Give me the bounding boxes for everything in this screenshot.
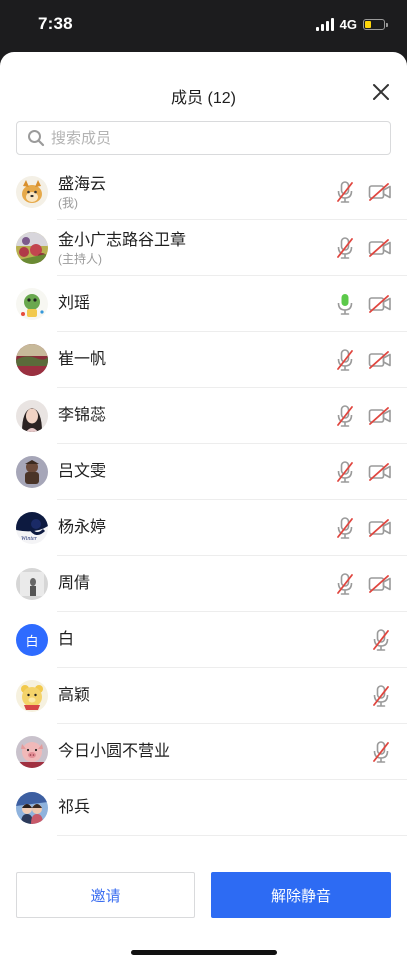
member-name: 盛海云 <box>58 175 107 193</box>
mic-muted-icon[interactable] <box>371 740 391 764</box>
member-row[interactable]: 周倩 <box>0 556 407 612</box>
avatar <box>16 680 48 712</box>
member-name-wrap: 李锦蕊 <box>58 388 106 444</box>
member-list: 盛海云 (我) 金小广志路谷卫章 (主持人) 刘瑶崔一帆李锦蕊吕文雯 Winter 杨永婷周… <box>0 164 407 836</box>
member-name: 吕文雯 <box>58 463 107 480</box>
member-name-wrap: 盛海云 (我) <box>58 164 106 220</box>
mic-muted-icon[interactable] <box>335 516 355 540</box>
camera-off-icon[interactable] <box>368 350 392 370</box>
invite-button[interactable]: 邀请 <box>16 872 195 918</box>
svg-text:Winter: Winter <box>21 536 38 542</box>
mic-muted-icon[interactable] <box>335 404 355 428</box>
avatar <box>16 736 48 768</box>
close-button[interactable] <box>369 80 393 104</box>
mic-on-icon[interactable] <box>335 292 355 316</box>
home-indicator <box>131 950 277 955</box>
member-name: 白 <box>58 631 75 648</box>
signal-icon <box>315 17 334 31</box>
member-row[interactable]: 盛海云 (我) <box>0 164 407 220</box>
member-row[interactable]: 吕文雯 <box>0 444 407 500</box>
member-role: (我) <box>58 195 78 210</box>
camera-off-icon[interactable] <box>368 238 392 258</box>
camera-off-icon[interactable] <box>368 406 392 426</box>
status-time: 7:38 <box>38 14 73 33</box>
member-name-wrap: 金小广志路谷卫章 (主持人) <box>58 220 186 276</box>
row-divider <box>57 835 407 836</box>
avatar <box>16 456 48 488</box>
avatar <box>16 288 48 320</box>
close-icon <box>373 84 389 100</box>
member-name: 祁兵 <box>58 799 91 816</box>
member-name-wrap: 祁兵 <box>58 780 90 836</box>
battery-icon <box>363 18 388 30</box>
member-row[interactable]: 金小广志路谷卫章 (主持人) <box>0 220 407 276</box>
avatar <box>16 792 48 824</box>
avatar <box>16 400 48 432</box>
mic-muted-icon[interactable] <box>371 628 391 652</box>
member-row[interactable]: Winter 杨永婷 <box>0 500 407 556</box>
camera-off-icon[interactable] <box>368 518 392 538</box>
mic-muted-icon[interactable] <box>335 180 355 204</box>
member-name-wrap: 白 <box>58 612 74 668</box>
camera-off-icon[interactable] <box>368 574 392 594</box>
member-name-wrap: 刘瑶 <box>58 276 90 332</box>
mic-muted-icon[interactable] <box>335 460 355 484</box>
member-name: 今日小圆不营业 <box>58 743 171 760</box>
avatar <box>16 232 48 264</box>
search-input[interactable] <box>49 128 373 148</box>
avatar: 白 <box>16 624 48 656</box>
mic-muted-icon[interactable] <box>371 684 391 708</box>
avatar <box>16 176 48 208</box>
status-indicators: 4G <box>315 16 388 32</box>
member-row[interactable]: 李锦蕊 <box>0 388 407 444</box>
search-icon <box>28 130 45 147</box>
member-row[interactable]: 刘瑶 <box>0 276 407 332</box>
mic-muted-icon[interactable] <box>335 236 355 260</box>
members-sheet: 成员 (12) 盛海云 (我) 金小广志路谷卫章 (主持人) 刘瑶崔一帆李锦蕊吕文雯 Wi… <box>0 52 407 964</box>
sheet-title: 成员 (12) <box>171 90 236 107</box>
member-role: (主持人) <box>58 251 102 266</box>
status-bar: 7:38 4G <box>0 0 407 48</box>
member-name-wrap: 高颖 <box>58 668 90 724</box>
member-name: 李锦蕊 <box>58 407 107 424</box>
avatar <box>16 344 48 376</box>
member-name: 金小广志路谷卫章 <box>58 231 187 249</box>
member-row[interactable]: 今日小圆不营业 <box>0 724 407 780</box>
member-name: 崔一帆 <box>58 351 107 368</box>
camera-off-icon[interactable] <box>368 462 392 482</box>
unmute-all-button[interactable]: 解除静音 <box>211 872 391 918</box>
member-row[interactable]: 崔一帆 <box>0 332 407 388</box>
member-name-wrap: 吕文雯 <box>58 444 106 500</box>
member-name: 周倩 <box>58 575 91 592</box>
member-name: 杨永婷 <box>58 519 107 536</box>
mic-muted-icon[interactable] <box>335 572 355 596</box>
network-type: 4G <box>339 16 357 32</box>
camera-off-icon[interactable] <box>368 182 392 202</box>
member-row[interactable]: 白白 <box>0 612 407 668</box>
member-row[interactable]: 祁兵 <box>0 780 407 836</box>
member-row[interactable]: 高颖 <box>0 668 407 724</box>
member-name-wrap: 周倩 <box>58 556 90 612</box>
member-name-wrap: 今日小圆不营业 <box>58 724 170 780</box>
avatar <box>16 568 48 600</box>
avatar: Winter <box>16 512 48 544</box>
member-name-wrap: 崔一帆 <box>58 332 106 388</box>
camera-off-icon[interactable] <box>368 294 392 314</box>
member-name: 高颖 <box>58 687 91 704</box>
member-name: 刘瑶 <box>58 295 91 312</box>
mic-muted-icon[interactable] <box>335 348 355 372</box>
search-bar[interactable] <box>16 121 391 155</box>
member-name-wrap: 杨永婷 <box>58 500 106 556</box>
